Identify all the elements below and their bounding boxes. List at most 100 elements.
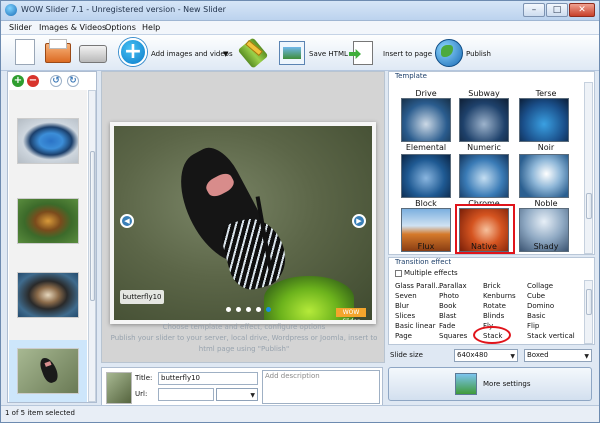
template-thumb-block[interactable] <box>401 154 451 198</box>
scrollbar-thumb[interactable] <box>586 193 592 219</box>
slides-toolbar: + − ↺ ↻ <box>8 72 96 90</box>
transition-item[interactable]: Stack vertical <box>527 332 575 340</box>
slide-thumbnail-selected[interactable] <box>17 348 79 394</box>
dropdown-arrow-icon[interactable]: ▼ <box>223 50 228 58</box>
slide-thumbnail[interactable] <box>17 118 79 164</box>
save-html-label: Save HTML <box>309 50 348 58</box>
transition-item[interactable]: Book <box>439 302 456 310</box>
template-thumb-noir[interactable] <box>519 98 569 142</box>
dropdown-arrow-icon: ▼ <box>510 353 515 360</box>
transition-item[interactable]: Basic <box>527 312 546 320</box>
template-name: Noir <box>537 143 555 152</box>
menu-images-videos[interactable]: Images & Videos <box>39 22 106 34</box>
transition-item[interactable]: Page <box>395 332 412 340</box>
template-thumb-chrome[interactable] <box>459 154 509 198</box>
more-settings-button[interactable]: More settings <box>388 367 592 401</box>
html-preview-image <box>283 47 301 59</box>
transition-item[interactable]: Domino <box>527 302 554 310</box>
selected-transition-highlight <box>473 326 511 344</box>
multiple-effects-checkbox[interactable] <box>395 270 402 277</box>
more-settings-label: More settings <box>483 380 531 388</box>
rotate-left-icon[interactable]: ↺ <box>50 75 62 87</box>
add-icon: + <box>119 38 147 66</box>
slides-panel: + − ↺ ↻ <box>7 71 97 403</box>
transition-item[interactable]: Kenburns <box>483 292 516 300</box>
insert-to-page-button[interactable]: Insert to page <box>349 37 433 69</box>
transition-item[interactable]: Seven <box>395 292 417 300</box>
bullet-dot[interactable] <box>246 307 251 312</box>
status-bar: 1 of 5 item selected <box>1 405 599 422</box>
transition-item[interactable]: Blur <box>395 302 409 310</box>
butterfly-shape <box>37 355 61 385</box>
template-name: Drive <box>415 89 437 98</box>
add-slide-icon[interactable]: + <box>12 75 24 87</box>
template-name: Numeric <box>467 143 501 152</box>
minimize-button[interactable]: – <box>523 3 545 17</box>
scrollbar-thumb[interactable] <box>586 289 592 315</box>
template-thumb-noble[interactable] <box>519 154 569 198</box>
options-button[interactable] <box>237 37 269 69</box>
open-slider-button[interactable] <box>43 37 73 69</box>
bullet-dot-active[interactable] <box>266 307 271 312</box>
template-name: Block <box>415 199 437 208</box>
transition-item[interactable]: Brick <box>483 282 501 290</box>
slider-preview[interactable]: ◀ ▶ butterfly10 WOW Slider <box>110 122 376 324</box>
save-html-button[interactable]: Save HTML <box>277 37 357 69</box>
save-slider-button[interactable] <box>77 37 109 69</box>
template-thumb-numeric[interactable] <box>459 98 509 142</box>
next-arrow-icon[interactable]: ▶ <box>352 214 366 228</box>
transition-item[interactable]: Collage <box>527 282 553 290</box>
transition-item[interactable]: Rotate <box>483 302 506 310</box>
slide-thumbnail[interactable] <box>17 272 79 318</box>
hint-line-3: html page using "Publish" <box>198 345 290 353</box>
template-thumb-elemental[interactable] <box>401 98 451 142</box>
transition-item[interactable]: Blinds <box>483 312 504 320</box>
slide-thumbnail[interactable] <box>17 198 79 244</box>
transition-item[interactable]: Photo <box>439 292 459 300</box>
bullet-dot[interactable] <box>256 307 261 312</box>
rotate-right-icon[interactable]: ↻ <box>67 75 79 87</box>
slide-mode-value: Boxed <box>527 351 549 359</box>
title-field[interactable]: butterfly10 <box>158 372 258 385</box>
transition-item[interactable]: Squares <box>439 332 467 340</box>
bullet-navigation <box>226 306 276 314</box>
scrollbar-thumb[interactable] <box>90 151 95 301</box>
tools-icon <box>237 37 269 69</box>
slide-caption: butterfly10 <box>120 290 164 304</box>
transition-item[interactable]: Slices <box>395 312 415 320</box>
slides-scrollbar[interactable] <box>88 90 96 402</box>
bullet-dot[interactable] <box>236 307 241 312</box>
template-name: Noble <box>534 199 558 208</box>
slide-size-select[interactable]: 640x480 ▼ <box>454 349 518 362</box>
url-target-select[interactable]: ▼ <box>216 388 258 401</box>
close-button[interactable]: ✕ <box>569 3 595 17</box>
menu-options[interactable]: Options <box>105 22 136 34</box>
remove-slide-icon[interactable]: − <box>27 75 39 87</box>
settings-image-icon <box>455 373 477 395</box>
menu-help[interactable]: Help <box>142 22 160 34</box>
slides-list <box>9 90 87 402</box>
transition-scrollbar[interactable] <box>584 280 593 344</box>
transition-item[interactable]: Glass Parall... <box>395 282 442 290</box>
slide-mode-select[interactable]: Boxed ▼ <box>524 349 592 362</box>
transition-item[interactable]: Blast <box>439 312 456 320</box>
description-field[interactable]: Add description <box>262 370 380 404</box>
template-name: Flux <box>417 242 435 251</box>
slide-properties: Title: butterfly10 Url: ▼ Add descriptio… <box>101 367 383 407</box>
transition-item[interactable]: Fade <box>439 322 455 330</box>
menu-slider[interactable]: Slider <box>9 22 32 34</box>
transition-item[interactable]: Basic linear <box>395 322 436 330</box>
prev-arrow-icon[interactable]: ◀ <box>120 214 134 228</box>
new-slider-button[interactable] <box>11 37 39 69</box>
maximize-button[interactable]: □ <box>546 3 568 17</box>
transition-item[interactable]: Flip <box>527 322 539 330</box>
template-name: Terse <box>535 89 557 98</box>
template-scrollbar[interactable] <box>584 82 593 254</box>
transition-item[interactable]: Parallax <box>439 282 467 290</box>
bullet-dot[interactable] <box>226 307 231 312</box>
publish-button[interactable]: Publish <box>433 37 493 69</box>
template-label: Template <box>395 72 427 80</box>
add-images-button[interactable]: + Add images and videos ▼ <box>117 37 233 69</box>
url-field[interactable] <box>158 388 214 401</box>
transition-item[interactable]: Cube <box>527 292 545 300</box>
